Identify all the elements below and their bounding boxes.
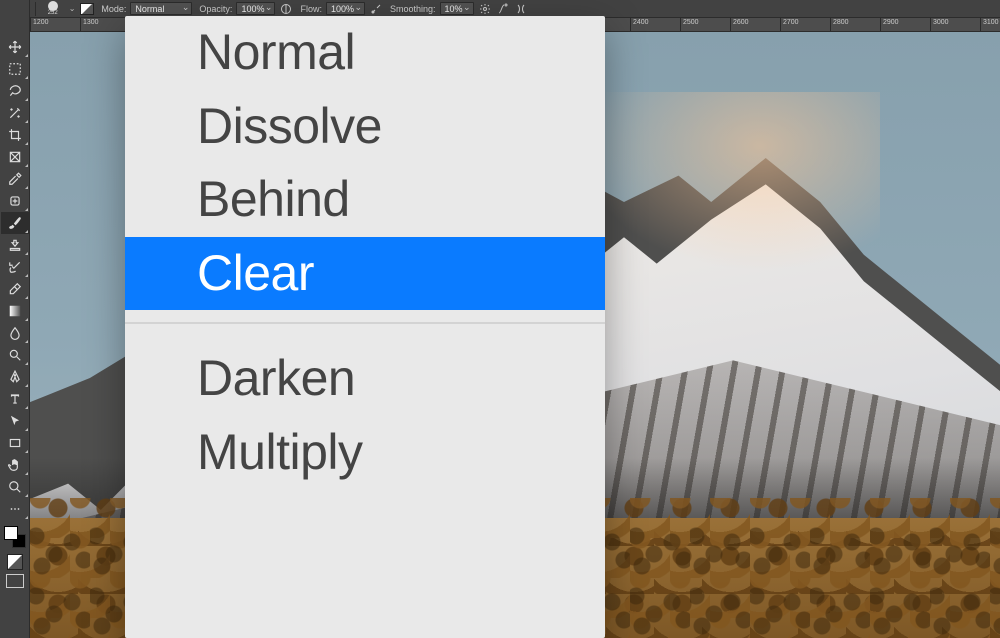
- menu-separator: [125, 322, 605, 324]
- airbrush-icon[interactable]: [369, 2, 383, 16]
- mode-label: Mode:: [101, 4, 126, 14]
- magic-wand-tool[interactable]: [1, 102, 29, 124]
- lasso-tool[interactable]: [1, 80, 29, 102]
- rectangle-tool[interactable]: [1, 432, 29, 454]
- dots-tool[interactable]: [1, 498, 29, 520]
- brush-tool[interactable]: [1, 212, 29, 234]
- mode-value: Normal: [135, 4, 164, 14]
- zoom-tool[interactable]: [1, 476, 29, 498]
- gradient-tool[interactable]: [1, 300, 29, 322]
- quick-mask-toggle[interactable]: [7, 554, 23, 570]
- alpenglow-highlight: [580, 92, 880, 272]
- opacity-value: 100%: [241, 4, 264, 14]
- blend-mode-option[interactable]: Darken: [125, 342, 605, 416]
- flow-label: Flow:: [300, 4, 322, 14]
- mode-select[interactable]: Normal: [130, 2, 192, 15]
- clone-stamp-tool[interactable]: [1, 234, 29, 256]
- eyedropper-tool[interactable]: [1, 168, 29, 190]
- brush-panel-toggle-icon[interactable]: [80, 3, 94, 15]
- hand-tool[interactable]: [1, 454, 29, 476]
- flow-value: 100%: [331, 4, 354, 14]
- ruler-tick: 1300: [80, 18, 130, 31]
- ruler-tick: 2400: [630, 18, 680, 31]
- opacity-label: Opacity:: [199, 4, 232, 14]
- brush-preset-picker[interactable]: 252: [42, 1, 64, 17]
- blend-mode-option[interactable]: Dissolve: [125, 90, 605, 164]
- symmetry-icon[interactable]: [514, 2, 528, 16]
- ruler-tick: 2600: [730, 18, 780, 31]
- ruler-tick: 2500: [680, 18, 730, 31]
- ruler-tick: 2800: [830, 18, 880, 31]
- path-select-tool[interactable]: [1, 410, 29, 432]
- eraser-tool[interactable]: [1, 278, 29, 300]
- angle-pressure-icon[interactable]: [496, 2, 510, 16]
- spot-heal-tool[interactable]: [1, 190, 29, 212]
- ruler-tick: 3000: [930, 18, 980, 31]
- marquee-tool[interactable]: [1, 58, 29, 80]
- blend-mode-option[interactable]: Normal: [125, 16, 605, 90]
- blend-mode-option[interactable]: Clear: [125, 237, 605, 311]
- tool-strip: [0, 0, 30, 638]
- fg-bg-color-picker[interactable]: [2, 524, 28, 550]
- chevron-down-icon[interactable]: ⌄: [68, 4, 77, 13]
- smoothing-label: Smoothing:: [390, 4, 436, 14]
- smoothing-input[interactable]: 10%: [440, 2, 474, 15]
- type-tool[interactable]: [1, 388, 29, 410]
- blur-tool[interactable]: [1, 322, 29, 344]
- screen-mode-toggle[interactable]: [6, 574, 24, 588]
- flow-input[interactable]: 100%: [326, 2, 365, 15]
- ruler-tick: 2900: [880, 18, 930, 31]
- blend-mode-option[interactable]: Multiply: [125, 416, 605, 490]
- fg-color-swatch[interactable]: [4, 526, 18, 540]
- gear-icon[interactable]: [478, 2, 492, 16]
- opacity-input[interactable]: 100%: [236, 2, 275, 15]
- blend-mode-popup: NormalDissolveBehindClear DarkenMultiply: [125, 16, 605, 638]
- pen-tool[interactable]: [1, 366, 29, 388]
- ruler-tick: 3100: [980, 18, 1000, 31]
- smoothing-value: 10%: [445, 4, 463, 14]
- history-brush-tool[interactable]: [1, 256, 29, 278]
- ruler-tick: 2700: [780, 18, 830, 31]
- ruler-tick: 1200: [30, 18, 80, 31]
- opacity-pressure-icon[interactable]: [279, 2, 293, 16]
- frame-tool[interactable]: [1, 146, 29, 168]
- crop-tool[interactable]: [1, 124, 29, 146]
- move-tool[interactable]: [1, 36, 29, 58]
- brush-size-readout: 252: [48, 10, 58, 16]
- dodge-tool[interactable]: [1, 344, 29, 366]
- blend-mode-option[interactable]: Behind: [125, 163, 605, 237]
